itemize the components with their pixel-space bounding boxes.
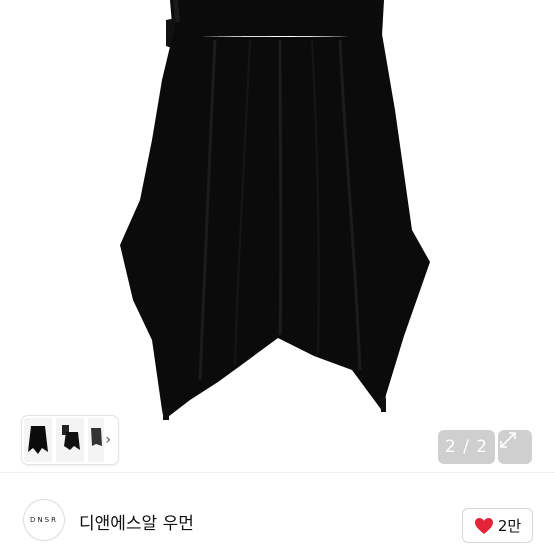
- expand-arrows-icon: [500, 432, 516, 448]
- product-image[interactable]: › 2 / 2: [0, 0, 555, 472]
- chevron-right-icon[interactable]: ›: [105, 431, 111, 449]
- seller-bar: DNSR 디앤에스알 우먼 2만: [0, 472, 555, 556]
- heart-icon: [474, 517, 493, 534]
- thumbnail-skirt-images: [24, 418, 104, 462]
- shop-avatar[interactable]: DNSR: [23, 499, 65, 541]
- like-button[interactable]: 2만: [462, 508, 533, 543]
- like-count: 2만: [497, 517, 522, 535]
- shop-logo-text: DNSR: [30, 516, 58, 524]
- skirt-photo: [120, 0, 430, 420]
- image-counter: 2 / 2: [438, 430, 495, 464]
- thumbnail-strip[interactable]: ›: [22, 416, 118, 464]
- expand-button[interactable]: [498, 430, 532, 464]
- shop-name[interactable]: 디앤에스알 우먼: [79, 509, 194, 534]
